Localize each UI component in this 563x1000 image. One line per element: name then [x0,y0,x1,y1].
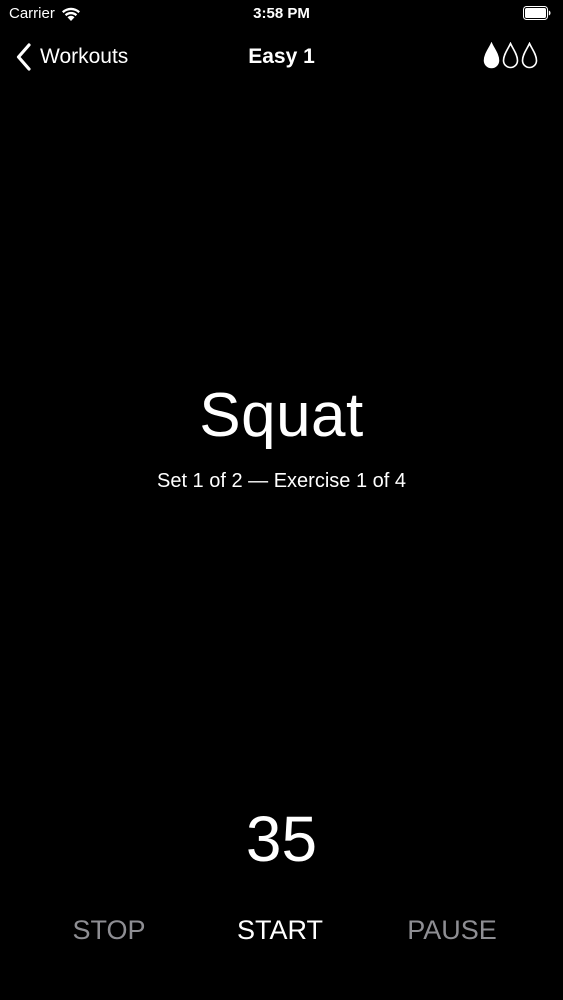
drop-outline-icon [502,42,519,69]
stop-button[interactable]: STOP [29,915,189,946]
status-time: 3:58 PM [253,5,310,22]
page-title: Easy 1 [248,45,315,68]
hydration-indicator[interactable] [483,42,538,70]
exercise-progress: Set 1 of 2 — Exercise 1 of 4 [156,470,406,492]
pause-button[interactable]: PAUSE [372,915,532,946]
drop-outline-icon [521,42,538,69]
exercise-name: Squat [199,381,364,450]
navigation-bar: Workouts Easy 1 [0,34,563,80]
countdown-timer: 35 [245,803,318,875]
status-bar: Carrier 3:58 PM [0,0,563,30]
workout-controls: STOP START PAUSE [0,915,563,955]
start-button[interactable]: START [200,915,360,946]
battery-icon [523,6,551,20]
drop-filled-icon [483,42,500,69]
